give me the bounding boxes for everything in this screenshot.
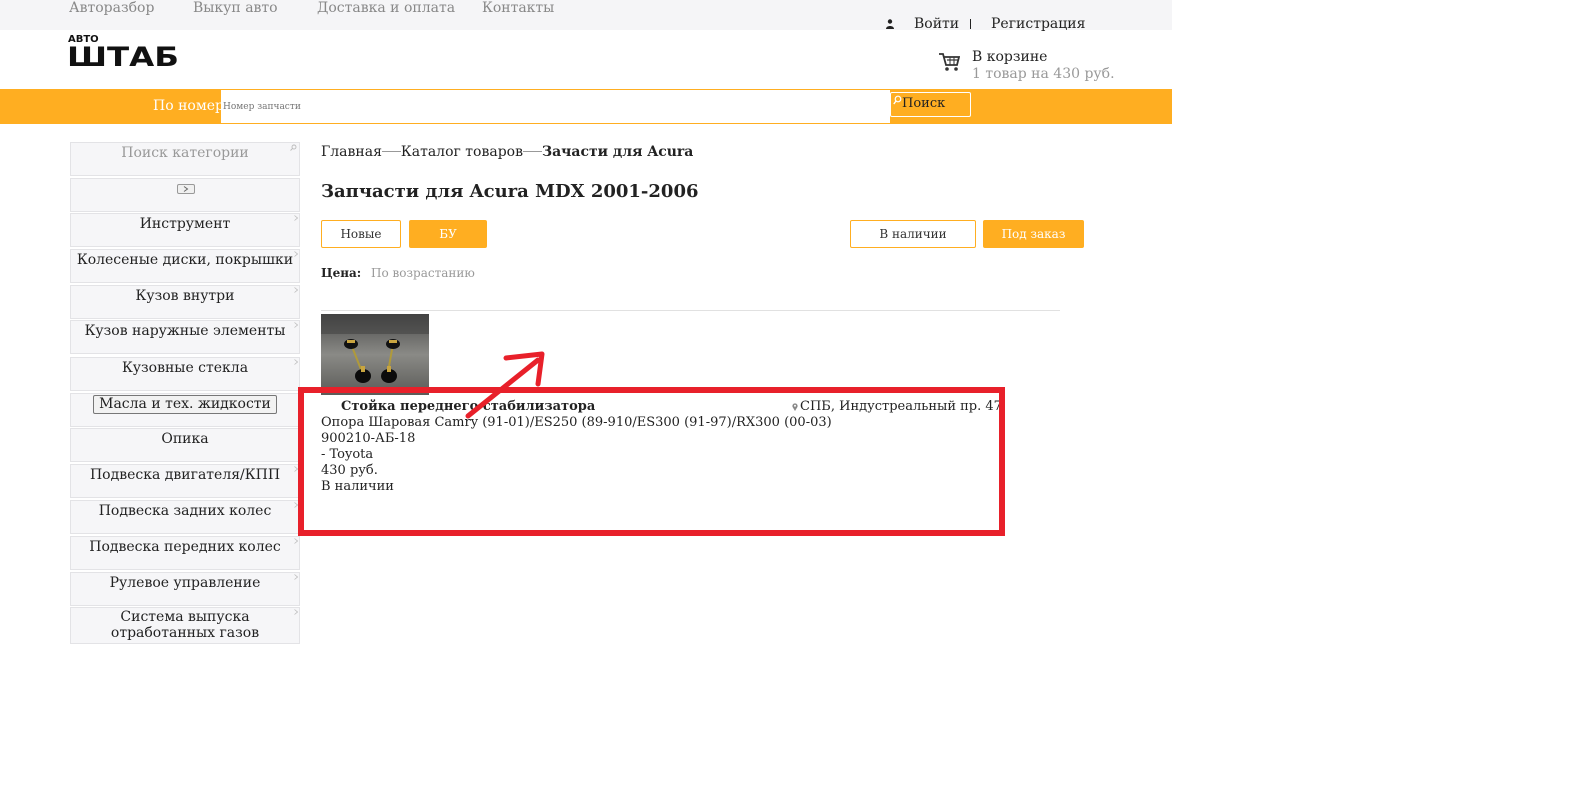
sidebar-item-glass[interactable]: Кузовные стекла [70,357,300,391]
sidebar-item-wheels[interactable]: Колесеные диски, покрышки [70,249,300,283]
sidebar-item-exterior[interactable]: Кузов наружные элементы [70,320,300,354]
sidebar-item-interior[interactable]: Кузов внутри [70,285,300,319]
nav-link-buyout[interactable]: Выкуп авто [193,0,278,16]
search-icon [893,95,902,105]
sidebar-item-engine-mounts[interactable]: Подвеска двигателя/КПП [70,464,300,498]
breadcrumb: Главная Каталог товаров Зачасти для Acura [321,144,693,160]
sidebar-item-label: Кузовные стекла [121,360,249,376]
cart-icon[interactable] [938,52,960,72]
sidebar-item-rear-suspension[interactable]: Подвеска задних колес [70,500,300,534]
search-button[interactable]: Поиск [890,92,971,117]
annotation-highlight-box [298,387,1005,536]
nav-link-delivery[interactable]: Доставка и оплата [317,0,455,16]
sort-price-link[interactable]: По возрастанию [371,266,475,280]
nav-link-contacts[interactable]: Контакты [482,0,554,16]
filter-new-button[interactable]: Новые [321,220,401,248]
category-search-placeholder: Поиск категории [121,145,249,161]
sidebar-item-label-active: Масла и тех. жидкости [93,395,277,414]
page-title: Запчасти для Acura MDX 2001-2006 [321,181,699,202]
sidebar-item-steering[interactable]: Рулевое управление [70,572,300,606]
sidebar-item-front-suspension[interactable]: Подвеска передних колес [70,536,300,570]
user-icon [886,19,894,29]
sidebar-item-label: Рулевое управление [109,575,261,591]
breadcrumb-current: Зачасти для Acura [541,144,694,160]
chevron-right-icon [294,215,298,221]
chevron-right-icon [294,322,298,328]
filter-in-stock-button[interactable]: В наличии [850,220,976,248]
chevron-right-icon [294,538,298,544]
sidebar-item-label: Подвеска двигателя/КПП [89,467,281,483]
breadcrumb-home[interactable]: Главная [321,144,382,160]
breadcrumb-catalog[interactable]: Каталог товаров [401,144,523,160]
annotation-arrow-icon [465,351,545,419]
sidebar-item-label: Опика [161,431,209,447]
part-number-input[interactable] [221,90,890,123]
cart-summary: 1 товар на 430 руб. [972,66,1115,82]
chevron-right-icon [183,186,189,192]
chevron-right-icon [294,251,298,257]
divider [321,310,1060,311]
sidebar-item-exhaust[interactable]: Система выпуска отработанных газов [70,607,300,644]
sidebar-item-tools[interactable]: Инструмент [70,213,300,247]
filter-used-button[interactable]: БУ [409,220,487,248]
site-logo[interactable]: АВТО ШТАБ [66,31,182,71]
search-icon [290,144,297,151]
sort-label: Цена: [321,266,362,280]
sidebar-item-label: Система выпуска отработанных газов [110,609,260,641]
product-image[interactable] [321,314,429,395]
auth-separator [970,19,971,29]
search-button-label: Поиск [902,96,946,111]
sidebar-item-label: Инструмент [139,216,231,232]
nav-link-autorazbor[interactable]: Авторазбор [69,0,154,16]
expand-toggle-button[interactable] [177,184,195,194]
breadcrumb-separator [522,150,542,152]
cart-title[interactable]: В корзине [972,49,1047,65]
sidebar-toggle-row [70,178,300,212]
sidebar-item-optics[interactable]: Опика [70,428,300,462]
filter-on-order-button[interactable]: Под заказ [983,220,1084,248]
chevron-right-icon [294,359,298,365]
breadcrumb-separator [381,150,401,152]
login-link[interactable]: Войти [914,16,959,32]
chevron-right-icon [294,287,298,293]
sidebar-item-label: Колесеные диски, покрышки [76,252,294,268]
chevron-right-icon [294,609,298,615]
register-link[interactable]: Регистрация [991,16,1085,32]
sidebar-item-label: Подвеска задних колес [98,503,272,519]
chevron-right-icon [294,574,298,580]
svg-text:ШТАБ: ШТАБ [67,42,179,71]
category-search[interactable]: Поиск категории [70,142,300,176]
sidebar-item-label: Кузов внутри [135,288,235,304]
sidebar-item-label: Кузов наружные элементы [84,323,286,339]
sidebar-item-label: Подвеска передних колес [89,539,281,555]
sidebar-item-oils[interactable]: Масла и тех. жидкости [70,393,300,427]
